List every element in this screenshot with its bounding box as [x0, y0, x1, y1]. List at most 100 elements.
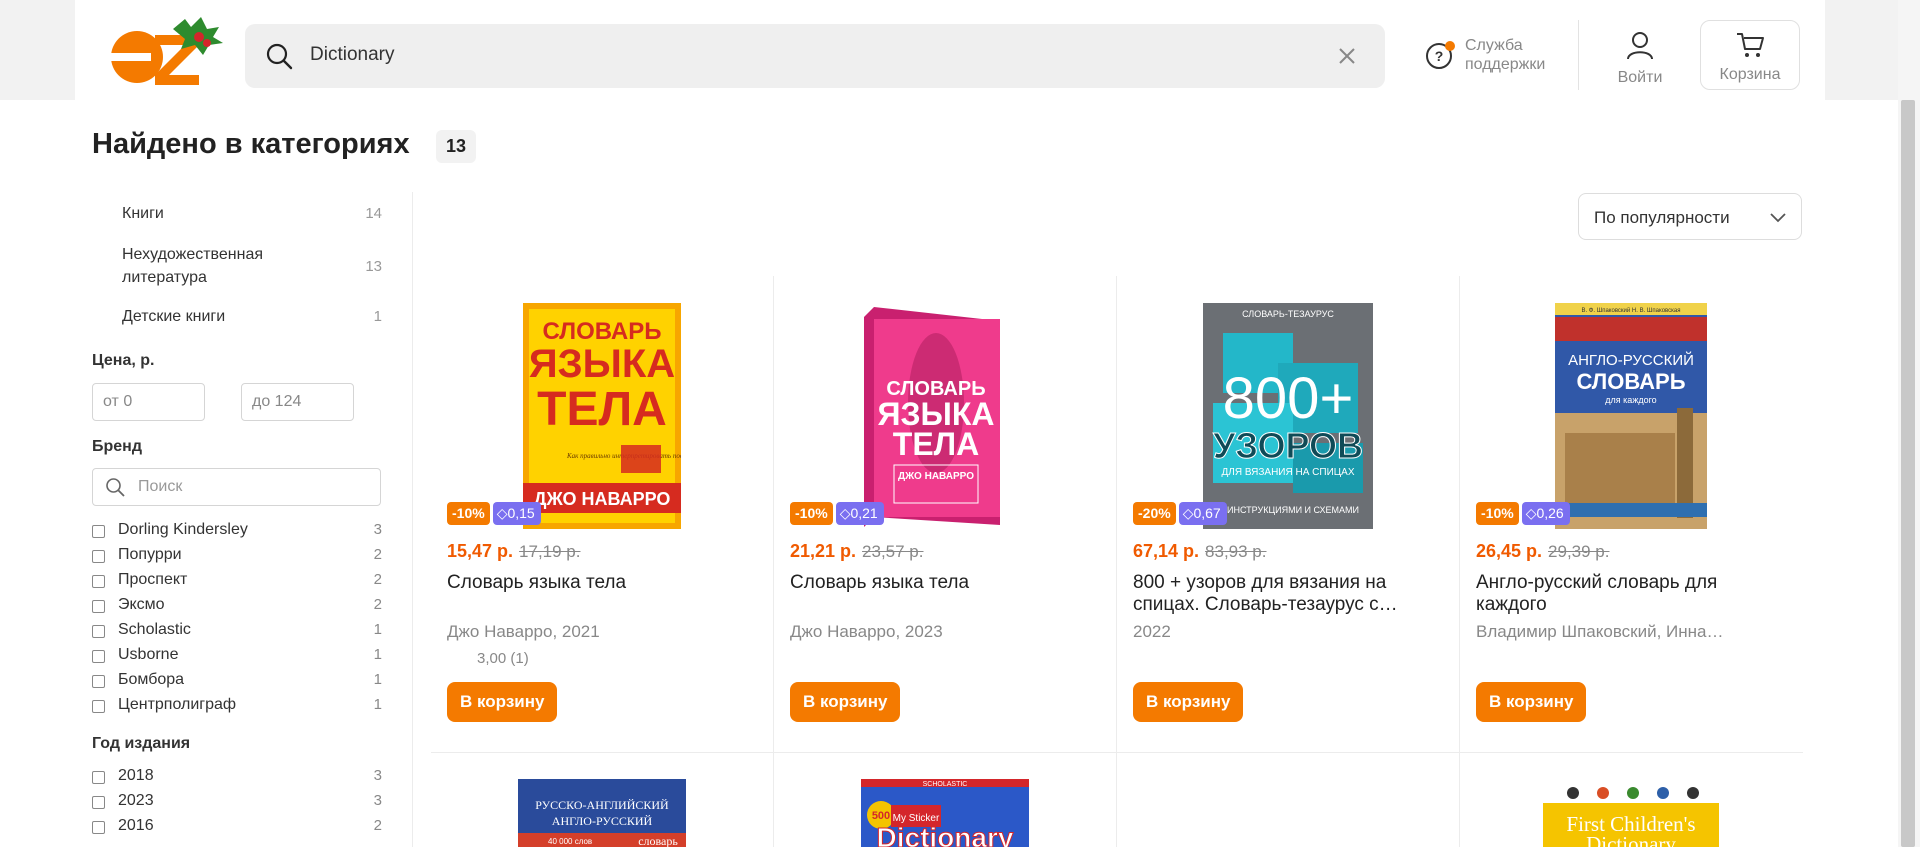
cover-text: ДЛЯ ВЯЗАНИЯ НА СПИЦАХ	[1221, 467, 1354, 478]
search-bar[interactable]: Dictionary	[245, 24, 1385, 88]
checkbox[interactable]	[92, 821, 105, 834]
cart-icon	[1737, 33, 1764, 57]
product-title[interactable]: 800 + узоров для вязания на спицах. Слов…	[1133, 572, 1443, 616]
brand-checkbox-bombora[interactable]: Бомбора 1	[92, 671, 382, 693]
checkbox-count: 1	[373, 671, 382, 688]
price: 26,45 р. 29,39 р.	[1476, 541, 1610, 562]
year-checkbox-2016[interactable]: 2016 2	[92, 817, 382, 839]
add-to-cart-button[interactable]: В корзину	[790, 682, 901, 722]
year-checkbox-2018[interactable]: 2018 3	[92, 767, 382, 789]
product-title[interactable]: Англо-русский словарь для каждого	[1476, 572, 1786, 616]
brand-search-input[interactable]: Поиск	[92, 468, 381, 506]
cover-text: для каждого	[1605, 395, 1656, 405]
diamond-icon: ◇	[839, 505, 851, 521]
price: 67,14 р. 83,93 р.	[1133, 541, 1267, 562]
brand-checkbox-prospekt[interactable]: Проспект 2	[92, 571, 382, 593]
add-to-cart-button[interactable]: В корзину	[1476, 682, 1587, 722]
brand-checkbox-scholastic[interactable]: Scholastic 1	[92, 621, 382, 643]
chevron-down-icon	[1770, 213, 1786, 223]
brand-checkbox-dorling-kindersley[interactable]: Dorling Kindersley 3	[92, 521, 382, 543]
checkbox[interactable]	[92, 525, 105, 538]
sort-dropdown[interactable]: По популярности	[1578, 193, 1802, 240]
product-meta: 2022	[1133, 622, 1171, 641]
checkbox[interactable]	[92, 771, 105, 784]
checkbox-label: Эксмо	[118, 596, 165, 613]
bonus-value: 0,67	[1193, 505, 1221, 521]
product-meta: Джо Наварро, 2021	[447, 622, 600, 641]
support-link[interactable]: ? Служба поддержки	[1425, 36, 1555, 76]
cover-text: SCHOLASTIC	[923, 781, 968, 788]
product-meta: Джо Наварро, 2023	[790, 622, 943, 641]
product-card[interactable]: СЛОВАРЬ ЯЗЫКА ТЕЛА ДЖО НАВАРРО -10% ◇0,21…	[774, 276, 1117, 752]
checkbox[interactable]	[92, 600, 105, 613]
checkbox[interactable]	[92, 796, 105, 809]
discount-badge: -10%	[447, 502, 490, 525]
svg-text:?: ?	[1435, 48, 1444, 64]
old-price: 17,19 р.	[519, 542, 581, 561]
checkbox-count: 2	[373, 817, 382, 834]
rating: 3,00 (1)	[477, 650, 529, 667]
book-cover-image[interactable]: В. Ф. Шпаковский Н. В. Шпаковская АНГЛО-…	[1555, 303, 1707, 529]
checkbox[interactable]	[92, 575, 105, 588]
current-price: 26,45 р.	[1476, 541, 1543, 561]
book-cover-image[interactable]: СЛОВАРЬ ЯЗЫКА ТЕЛА ДЖО НАВАРРО	[864, 303, 1000, 529]
current-price: 15,47 р.	[447, 541, 514, 561]
scrollbar-thumb[interactable]	[1901, 100, 1915, 847]
cart-button[interactable]: Корзина	[1700, 20, 1800, 90]
cover-text: 500	[872, 810, 890, 822]
product-card[interactable]: В. Ф. Шпаковский Н. В. Шпаковская АНГЛО-…	[1460, 276, 1803, 752]
brand-checkbox-popurri[interactable]: Попурри 2	[92, 546, 382, 568]
bonus-badge: ◇0,15	[492, 502, 541, 525]
brand-checkbox-tsentrpoligraf[interactable]: Центрполиграф 1	[92, 696, 382, 718]
checkbox[interactable]	[92, 550, 105, 563]
badges: -10% ◇0,15	[447, 502, 541, 525]
price: 15,47 р. 17,19 р.	[447, 541, 581, 562]
year-checkbox-2023[interactable]: 2023 3	[92, 792, 382, 814]
brand-checkbox-usborne[interactable]: Usborne 1	[92, 646, 382, 668]
checkbox[interactable]	[92, 675, 105, 688]
checkbox-count: 1	[373, 621, 382, 638]
checkbox[interactable]	[92, 625, 105, 638]
result-count-badge: 13	[436, 130, 477, 163]
checkbox[interactable]	[92, 700, 105, 713]
checkbox-label: Бомбора	[118, 671, 185, 688]
checkbox-count: 2	[373, 596, 382, 613]
cover-text: АНГЛО-РУССКИЙ	[1568, 351, 1694, 369]
cover-text: ИНСТРУКЦИЯМИ И СХЕМАМИ	[1227, 505, 1359, 515]
diamond-icon: ◇	[1525, 505, 1537, 521]
cover-text: СЛОВАРЬ	[1576, 369, 1685, 394]
bonus-badge: ◇0,26	[1521, 502, 1570, 525]
login-button[interactable]: Войти	[1610, 30, 1670, 87]
add-to-cart-button[interactable]: В корзину	[447, 682, 558, 722]
book-cover-image[interactable]: СЛОВАРЬ ЯЗЫКА ТЕЛА Как правильно интерпр…	[523, 303, 681, 529]
current-price: 67,14 р.	[1133, 541, 1200, 561]
cover-text: ТЕЛА	[893, 426, 979, 462]
product-card[interactable]: СЛОВАРЬ-ТЕЗАУРУС 800+ УЗОРОВ ДЛЯ ВЯЗАНИЯ…	[1117, 276, 1460, 752]
book-cover-image[interactable]: СЛОВАРЬ-ТЕЗАУРУС 800+ УЗОРОВ ДЛЯ ВЯЗАНИЯ…	[1203, 303, 1373, 529]
book-cover-image[interactable]: SCHOLASTIC 500 My Sticker Dictionary	[861, 779, 1029, 847]
add-to-cart-button[interactable]: В корзину	[1133, 682, 1244, 722]
product-card[interactable]: СЛОВАРЬ ЯЗЫКА ТЕЛА Как правильно интерпр…	[431, 276, 774, 752]
checkbox-count: 2	[373, 546, 382, 563]
login-label: Войти	[1617, 69, 1663, 86]
cover-text: ДЖО НАВАРРО	[898, 471, 974, 482]
checkbox-count: 1	[373, 696, 382, 713]
cover-text: УЗОРОВ	[1213, 425, 1363, 466]
product-meta: Владимир Шпаковский, Инна…	[1476, 622, 1724, 641]
bonus-badge: ◇0,21	[835, 502, 884, 525]
checkbox-label: 2018	[118, 767, 154, 784]
sidebar-divider	[412, 192, 413, 847]
close-icon[interactable]	[1337, 46, 1357, 66]
book-cover-image[interactable]: РУССКО-АНГЛИЙСКИЙ АНГЛО-РУССКИЙ 40 000 с…	[518, 779, 686, 847]
brand-checkbox-eksmo[interactable]: Эксмо 2	[92, 596, 382, 618]
cover-text: 40 000 слов	[548, 837, 592, 846]
checkbox-count: 3	[373, 521, 382, 538]
cover-text: АНГЛО-РУССКИЙ	[552, 814, 653, 828]
checkbox-label: Проспект	[118, 571, 188, 588]
product-title[interactable]: Словарь языка тела	[447, 572, 757, 594]
checkbox[interactable]	[92, 650, 105, 663]
product-title[interactable]: Словарь языка тела	[790, 572, 1100, 594]
book-cover-image[interactable]: First Children's Dictionary	[1543, 779, 1719, 847]
checkbox-label: Попурри	[118, 546, 182, 563]
old-price: 29,39 р.	[1548, 542, 1610, 561]
